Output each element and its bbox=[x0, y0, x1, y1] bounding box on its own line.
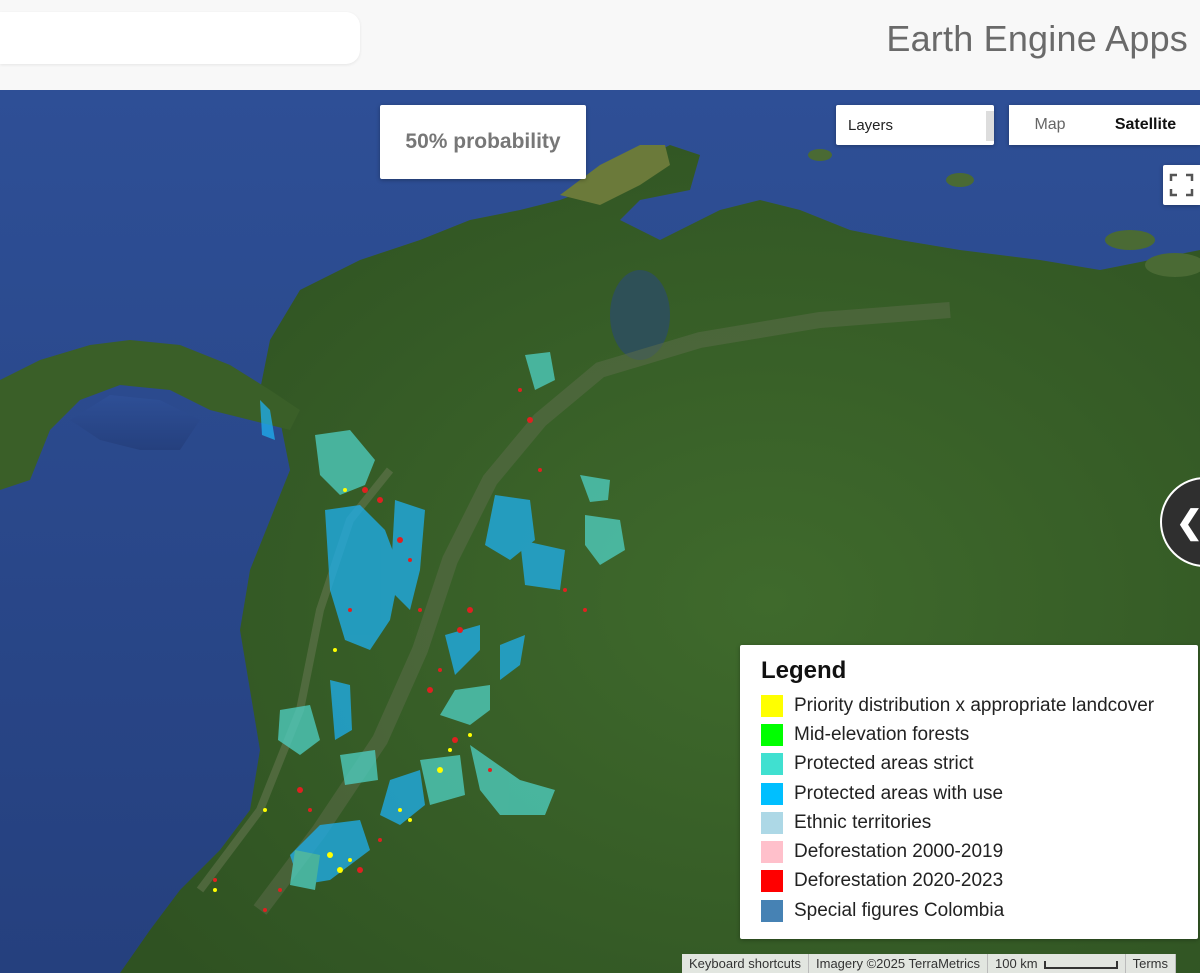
layers-scrollbar[interactable] bbox=[986, 111, 994, 141]
legend-item-label: Protected areas strict bbox=[794, 753, 974, 775]
layers-dropdown[interactable]: Layers bbox=[836, 105, 994, 145]
legend-item: Priority distribution x appropriate land… bbox=[761, 691, 1154, 720]
legend-swatch bbox=[761, 841, 783, 864]
fullscreen-button[interactable] bbox=[1163, 165, 1200, 205]
scale-bar bbox=[1043, 960, 1118, 969]
legend-swatch bbox=[761, 811, 783, 834]
legend-swatch bbox=[761, 782, 783, 805]
map-type-map-button[interactable]: Map bbox=[1009, 105, 1091, 145]
legend-list: Priority distribution x appropriate land… bbox=[761, 691, 1154, 925]
legend-item-label: Priority distribution x appropriate land… bbox=[794, 694, 1155, 716]
legend-item: Mid-elevation forests bbox=[761, 720, 1154, 749]
terms-link[interactable]: Terms bbox=[1126, 954, 1177, 973]
legend-panel: Legend Priority distribution x appropria… bbox=[740, 645, 1198, 939]
top-bar: Earth Engine Apps bbox=[0, 0, 1200, 90]
legend-item: Special figures Colombia bbox=[761, 896, 1154, 925]
scale-indicator[interactable]: 100 km bbox=[988, 954, 1126, 973]
search-input[interactable] bbox=[0, 12, 360, 64]
probability-label: 50% probability bbox=[380, 105, 586, 179]
map-type-control: Map Satellite bbox=[1009, 105, 1200, 145]
legend-item: Deforestation 2020-2023 bbox=[761, 867, 1154, 896]
scale-label: 100 km bbox=[994, 956, 1038, 971]
legend-item-label: Ethnic territories bbox=[794, 811, 932, 833]
legend-swatch bbox=[761, 899, 783, 922]
map-attribution-bar: Keyboard shortcuts Imagery ©2025 TerraMe… bbox=[682, 954, 1177, 973]
legend-swatch bbox=[761, 753, 783, 776]
legend-item-label: Special figures Colombia bbox=[794, 899, 1005, 921]
legend-item: Ethnic territories bbox=[761, 808, 1154, 837]
legend-item-label: Deforestation 2020-2023 bbox=[794, 870, 1004, 892]
legend-swatch bbox=[761, 694, 783, 717]
legend-title: Legend bbox=[761, 657, 847, 684]
legend-item: Deforestation 2000-2019 bbox=[761, 837, 1154, 866]
app-title: Earth Engine Apps bbox=[886, 18, 1188, 59]
keyboard-shortcuts-link[interactable]: Keyboard shortcuts bbox=[682, 954, 810, 973]
layers-dropdown-label: Layers bbox=[848, 117, 894, 134]
legend-item-label: Mid-elevation forests bbox=[794, 723, 970, 745]
legend-item: Protected areas strict bbox=[761, 750, 1154, 779]
legend-swatch bbox=[761, 870, 783, 893]
fullscreen-icon bbox=[1169, 173, 1194, 197]
legend-item-label: Protected areas with use bbox=[794, 782, 1004, 804]
imagery-attribution: Imagery ©2025 TerraMetrics bbox=[809, 954, 988, 973]
map-type-satellite-button[interactable]: Satellite bbox=[1091, 105, 1200, 145]
legend-swatch bbox=[761, 723, 783, 746]
legend-item-label: Deforestation 2000-2019 bbox=[794, 841, 1004, 863]
legend-item: Protected areas with use bbox=[761, 779, 1154, 808]
chevron-left-icon: ❮ bbox=[1176, 503, 1200, 541]
